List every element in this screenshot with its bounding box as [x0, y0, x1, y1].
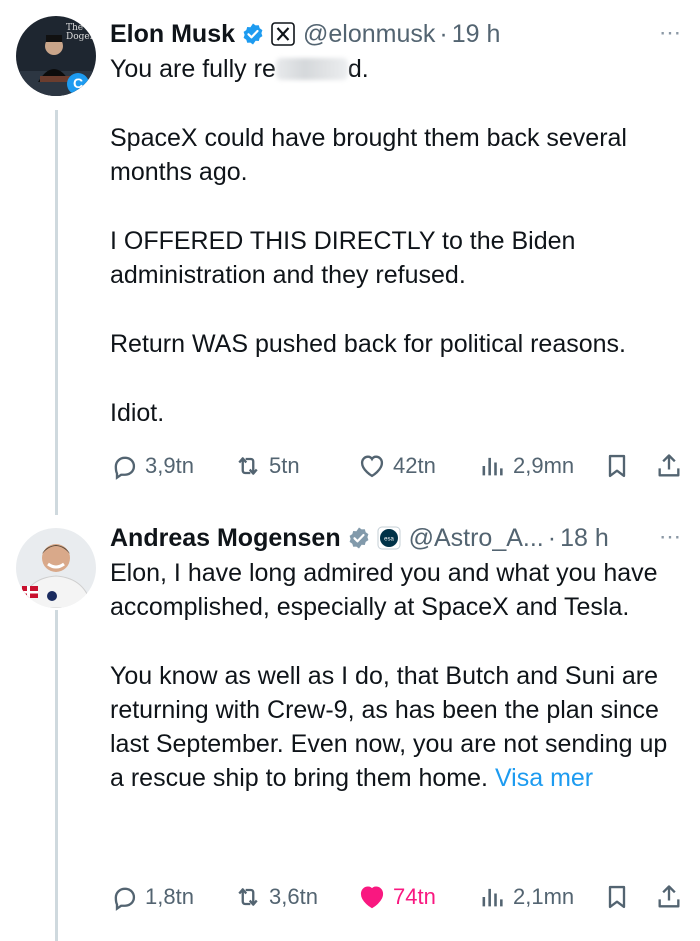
avatar[interactable]: [16, 528, 96, 608]
repost-button[interactable]: 5tn: [234, 452, 358, 480]
thread-line: [55, 110, 58, 515]
verified-badge-icon: [349, 527, 369, 549]
like-button[interactable]: 42tn: [358, 452, 478, 480]
author-handle[interactable]: @Astro_A...: [409, 524, 544, 553]
views-button[interactable]: 2,1mn: [478, 883, 603, 911]
share-button[interactable]: [655, 452, 683, 480]
like-icon: [360, 886, 384, 909]
tweet-text: Elon, I have long admired you and what y…: [110, 556, 682, 795]
thread-line: [55, 610, 58, 941]
views-count: 2,1mn: [513, 884, 575, 909]
x-affiliate-icon[interactable]: [271, 22, 295, 46]
tweet-text: You are fully re d. SpaceX could have bro…: [110, 52, 682, 430]
timestamp[interactable]: 19 h: [452, 20, 501, 49]
views-icon: [482, 888, 503, 907]
tweet-paragraph: SpaceX could have brought them back seve…: [110, 124, 627, 186]
share-button[interactable]: [655, 883, 683, 911]
repost-button[interactable]: 3,6tn: [234, 883, 358, 911]
reply-icon: [114, 887, 136, 911]
reply-count: 1,8tn: [145, 884, 194, 909]
views-button[interactable]: 2,9mn: [478, 452, 603, 480]
like-count: 42tn: [393, 453, 436, 478]
more-options-icon[interactable]: ⋯: [659, 524, 682, 550]
bookmark-icon: [608, 885, 626, 909]
action-bar: 3,9tn 5tn 42tn 2,9mn: [110, 446, 685, 486]
share-icon: [658, 885, 680, 908]
author-name[interactable]: Elon Musk: [110, 20, 235, 49]
separator-dot: ·: [547, 523, 557, 552]
reply-button[interactable]: 3,9tn: [110, 452, 234, 480]
esa-badge-label: esa: [384, 537, 394, 543]
reply-icon: [114, 456, 136, 480]
redaction-blur: [275, 58, 348, 80]
bookmark-icon: [608, 454, 626, 478]
views-count: 2,9mn: [513, 453, 575, 478]
repost-count: 5tn: [269, 453, 300, 478]
tweet-paragraph: I OFFERED THIS DIRECTLY to the Biden adm…: [110, 227, 576, 289]
views-icon: [482, 457, 503, 476]
avatar[interactable]: The Dogefa C: [16, 16, 96, 96]
author-handle[interactable]: @elonmusk: [303, 20, 435, 49]
repost-icon: [238, 888, 258, 906]
repost-icon: [238, 457, 258, 475]
avatar-label: The Dogefa: [66, 23, 96, 42]
esa-affiliate-icon[interactable]: esa: [377, 526, 401, 550]
tweet-paragraph: Idiot.: [110, 399, 165, 427]
reply-count: 3,9tn: [145, 453, 194, 478]
reply-button[interactable]: 1,8tn: [110, 883, 234, 911]
tweet-text-end: d.: [347, 55, 369, 83]
bookmark-button[interactable]: [603, 452, 655, 480]
action-bar: 1,8tn 3,6tn 74tn 2,1mn: [110, 877, 685, 917]
like-icon: [360, 455, 384, 478]
like-button[interactable]: 74tn: [358, 883, 478, 911]
show-more-link[interactable]: Visa mer: [495, 764, 593, 792]
separator-dot: ·: [439, 19, 448, 48]
timestamp[interactable]: 18 h: [560, 524, 609, 553]
tweet-paragraph: Return WAS pushed back for political rea…: [110, 330, 626, 358]
verified-badge-icon: [243, 23, 263, 45]
share-icon: [658, 454, 680, 477]
more-options-icon[interactable]: ⋯: [659, 20, 682, 46]
avatar-badge: C: [73, 75, 84, 91]
like-count: 74tn: [393, 884, 436, 909]
author-name[interactable]: Andreas Mogensen: [110, 524, 341, 553]
repost-count: 3,6tn: [269, 884, 318, 909]
bookmark-button[interactable]: [603, 883, 655, 911]
tweet-paragraph: Elon, I have long admired you and what y…: [110, 559, 658, 621]
tweet-text-start: You are fully re: [110, 55, 276, 83]
